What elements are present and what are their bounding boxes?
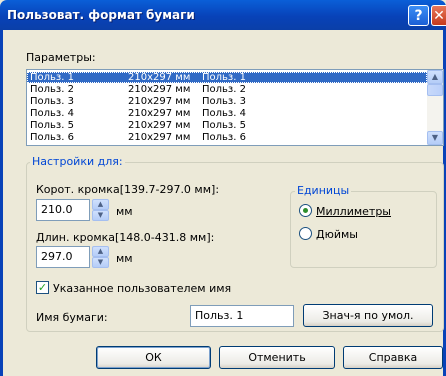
list-cell-name: Польз. 2 xyxy=(30,84,74,95)
long-edge-label: Длин. кромка[148.0-431.8 мм]: xyxy=(36,231,215,244)
list-cell-size: 210x297 мм xyxy=(128,72,191,83)
scroll-thumb[interactable] xyxy=(427,84,443,96)
custom-name-checkbox-label[interactable]: Указанное пользователем имя xyxy=(53,282,231,295)
list-cell-size: 210x297 мм xyxy=(128,120,191,131)
list-cell-size: 210x297 мм xyxy=(128,84,191,95)
list-cell-desc: Польз. 4 xyxy=(202,108,246,119)
list-item[interactable]: Польз. 5 210x297 мм Польз. 5 xyxy=(27,120,427,131)
list-scrollbar[interactable]: ▲ ▼ xyxy=(427,70,443,145)
help-title-button[interactable]: ? xyxy=(408,5,429,26)
list-item[interactable]: Польз. 6 210x297 мм Польз. 6 xyxy=(27,132,427,143)
list-cell-name: Польз. 3 xyxy=(30,96,74,107)
list-cell-desc: Польз. 2 xyxy=(202,84,246,95)
window-title: Пользоват. формат бумаги xyxy=(7,8,195,22)
inch-label[interactable]: Дюймы xyxy=(316,228,358,241)
defaults-button[interactable]: Знач-я по умол. xyxy=(303,304,433,327)
inch-radio[interactable] xyxy=(299,227,312,240)
list-item[interactable]: Польз. 2 210x297 мм Польз. 2 xyxy=(27,84,427,95)
list-cell-size: 210x297 мм xyxy=(128,108,191,119)
list-cell-desc: Польз. 3 xyxy=(202,96,246,107)
units-title: Единицы xyxy=(295,184,352,197)
paper-name-label: Имя бумаги: xyxy=(36,311,108,324)
help-button[interactable]: Справка xyxy=(343,346,443,369)
params-label: Параметры: xyxy=(26,51,96,64)
spin-up-icon[interactable]: ▲ xyxy=(92,199,109,210)
scroll-down-button[interactable]: ▼ xyxy=(427,131,443,145)
params-list[interactable]: Польз. 1 210x297 мм Польз. 1 Польз. 2 210x29… xyxy=(26,69,444,146)
mm-label[interactable]: Миллиметры xyxy=(316,205,391,218)
short-edge-label: Корот. кромка[139.7-297.0 мм]: xyxy=(36,183,220,196)
cancel-button[interactable]: Отменить xyxy=(219,346,335,369)
list-cell-size: 210x297 мм xyxy=(128,132,191,143)
short-edge-spinner[interactable]: ▲ ▼ xyxy=(92,199,109,221)
short-edge-input[interactable]: 210.0 xyxy=(36,199,90,221)
custom-name-checkbox[interactable]: ✓ xyxy=(36,281,49,294)
list-item[interactable]: Польз. 1 210x297 мм Польз. 1 xyxy=(27,72,427,83)
spin-up-icon[interactable]: ▲ xyxy=(92,246,109,257)
long-edge-spinner[interactable]: ▲ ▼ xyxy=(92,246,109,268)
units-group xyxy=(290,191,437,268)
list-cell-desc: Польз. 1 xyxy=(202,72,246,83)
short-edge-unit: мм xyxy=(116,205,133,218)
spin-down-icon[interactable]: ▼ xyxy=(92,257,109,268)
list-cell-desc: Польз. 6 xyxy=(202,132,246,143)
long-edge-input[interactable]: 297.0 xyxy=(36,246,90,268)
close-button[interactable]: ✕ xyxy=(431,5,446,26)
list-cell-name: Польз. 5 xyxy=(30,120,74,131)
list-cell-name: Польз. 4 xyxy=(30,108,74,119)
list-cell-size: 210x297 мм xyxy=(128,96,191,107)
scroll-up-button[interactable]: ▲ xyxy=(427,70,443,84)
long-edge-unit: мм xyxy=(116,252,133,265)
settings-title: Настройки для: xyxy=(30,155,125,168)
list-cell-desc: Польз. 5 xyxy=(202,120,246,131)
ok-button[interactable]: ОК xyxy=(96,346,211,369)
spin-down-icon[interactable]: ▼ xyxy=(92,210,109,221)
title-bar[interactable]: Пользоват. формат бумаги ? ✕ xyxy=(0,0,446,30)
list-cell-name: Польз. 1 xyxy=(30,72,74,83)
paper-name-input[interactable]: Польз. 1 xyxy=(190,305,294,327)
list-cell-name: Польз. 6 xyxy=(30,132,74,143)
list-item[interactable]: Польз. 3 210x297 мм Польз. 3 xyxy=(27,96,427,107)
list-item[interactable]: Польз. 4 210x297 мм Польз. 4 xyxy=(27,108,427,119)
mm-radio[interactable] xyxy=(299,204,312,217)
